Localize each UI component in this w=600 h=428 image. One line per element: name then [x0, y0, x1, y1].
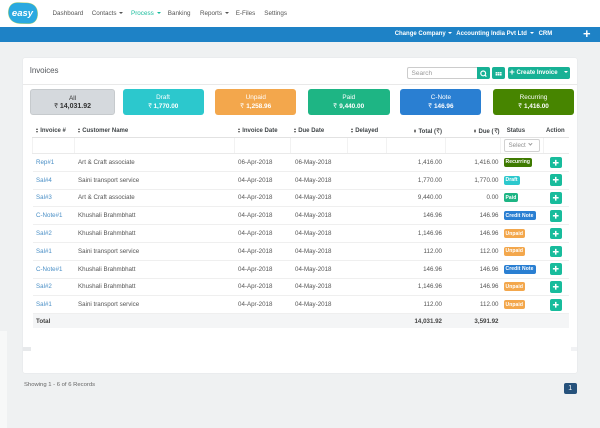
- svg-text:easy: easy: [12, 8, 34, 19]
